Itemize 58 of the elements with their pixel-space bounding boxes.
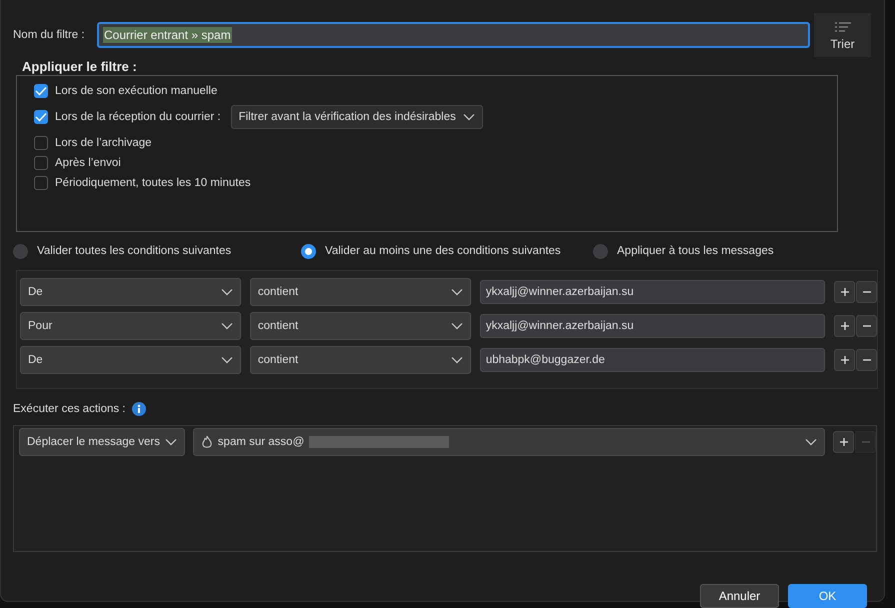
header-dropdown[interactable]: De [20, 346, 241, 374]
action-dropdown[interactable]: Déplacer le message vers [19, 428, 185, 456]
checkbox-label: Lors de son exécution manuelle [55, 85, 218, 97]
chevron-icon [220, 288, 233, 296]
plus-icon [840, 438, 848, 446]
operator-dropdown[interactable]: contient [250, 312, 471, 340]
radio-button[interactable] [301, 244, 316, 258]
filter-name-label: Nom du filtre : [13, 28, 86, 42]
radio-label: Valider toutes les conditions suivantes [37, 245, 232, 257]
operator-dropdown[interactable]: contient [250, 278, 471, 306]
add-button[interactable] [834, 281, 855, 303]
chevron-icon [450, 288, 463, 296]
value-field[interactable]: ykxaljj@winner.azerbaijan.su [480, 280, 825, 304]
value-field[interactable]: ubhabpk@buggazer.de [480, 348, 825, 372]
info-icon[interactable] [132, 402, 146, 416]
cancel-button[interactable]: Annuler [700, 584, 779, 608]
checkbox-label: Après l’envoi [55, 157, 121, 169]
checkbox[interactable] [34, 136, 48, 150]
add-button[interactable] [834, 315, 855, 337]
minus-icon [862, 325, 870, 327]
value-field[interactable]: ykxaljj@winner.azerbaijan.su [480, 314, 825, 338]
checkbox[interactable] [34, 156, 48, 170]
plus-icon [840, 288, 848, 296]
radio-label: Valider au moins une des conditions suivantes [325, 245, 561, 257]
checkbox-label: Périodiquement, toutes les 10 minutes [55, 177, 251, 189]
sort-button[interactable]: Trier [814, 13, 871, 57]
chevron-icon [164, 438, 177, 446]
minus-icon [862, 441, 870, 443]
checkbox-label: Lors de l’archivage [55, 137, 152, 149]
minus-icon [862, 291, 870, 293]
chevron-icon [220, 322, 233, 330]
filter-name-field[interactable]: Courrier entrant » spam [97, 22, 810, 48]
sort-icon [834, 22, 850, 32]
flame-icon [200, 435, 213, 449]
add-button[interactable] [833, 431, 854, 453]
actions-label: Exécuter ces actions : [13, 402, 126, 416]
radio-button[interactable] [13, 244, 28, 258]
chevron-icon [450, 356, 463, 364]
header-dropdown[interactable]: De [20, 278, 241, 306]
checkbox-label: Lors de la réception du courrier : [55, 111, 221, 123]
radio-label: Appliquer à tous les messages [617, 245, 774, 257]
timing-dropdown[interactable]: Filtrer avant la vérification des indésirables [230, 105, 483, 129]
add-button[interactable] [834, 349, 855, 371]
chevron-icon [220, 356, 233, 364]
minus-icon [862, 359, 870, 361]
checkbox[interactable] [34, 84, 48, 98]
chevron-icon [805, 438, 817, 446]
chevron-icon [462, 113, 475, 121]
checkbox[interactable] [34, 176, 48, 190]
operator-dropdown[interactable]: contient [250, 346, 471, 374]
plus-icon [840, 356, 848, 364]
radio-button[interactable] [593, 244, 608, 258]
header-dropdown[interactable]: Pour [20, 312, 241, 340]
plus-icon [840, 322, 848, 330]
chevron-icon [450, 322, 463, 330]
folder-dropdown[interactable]: spam sur asso@ [192, 428, 825, 456]
section-title: Appliquer le filtre : [22, 59, 138, 74]
checkbox[interactable] [34, 110, 48, 124]
